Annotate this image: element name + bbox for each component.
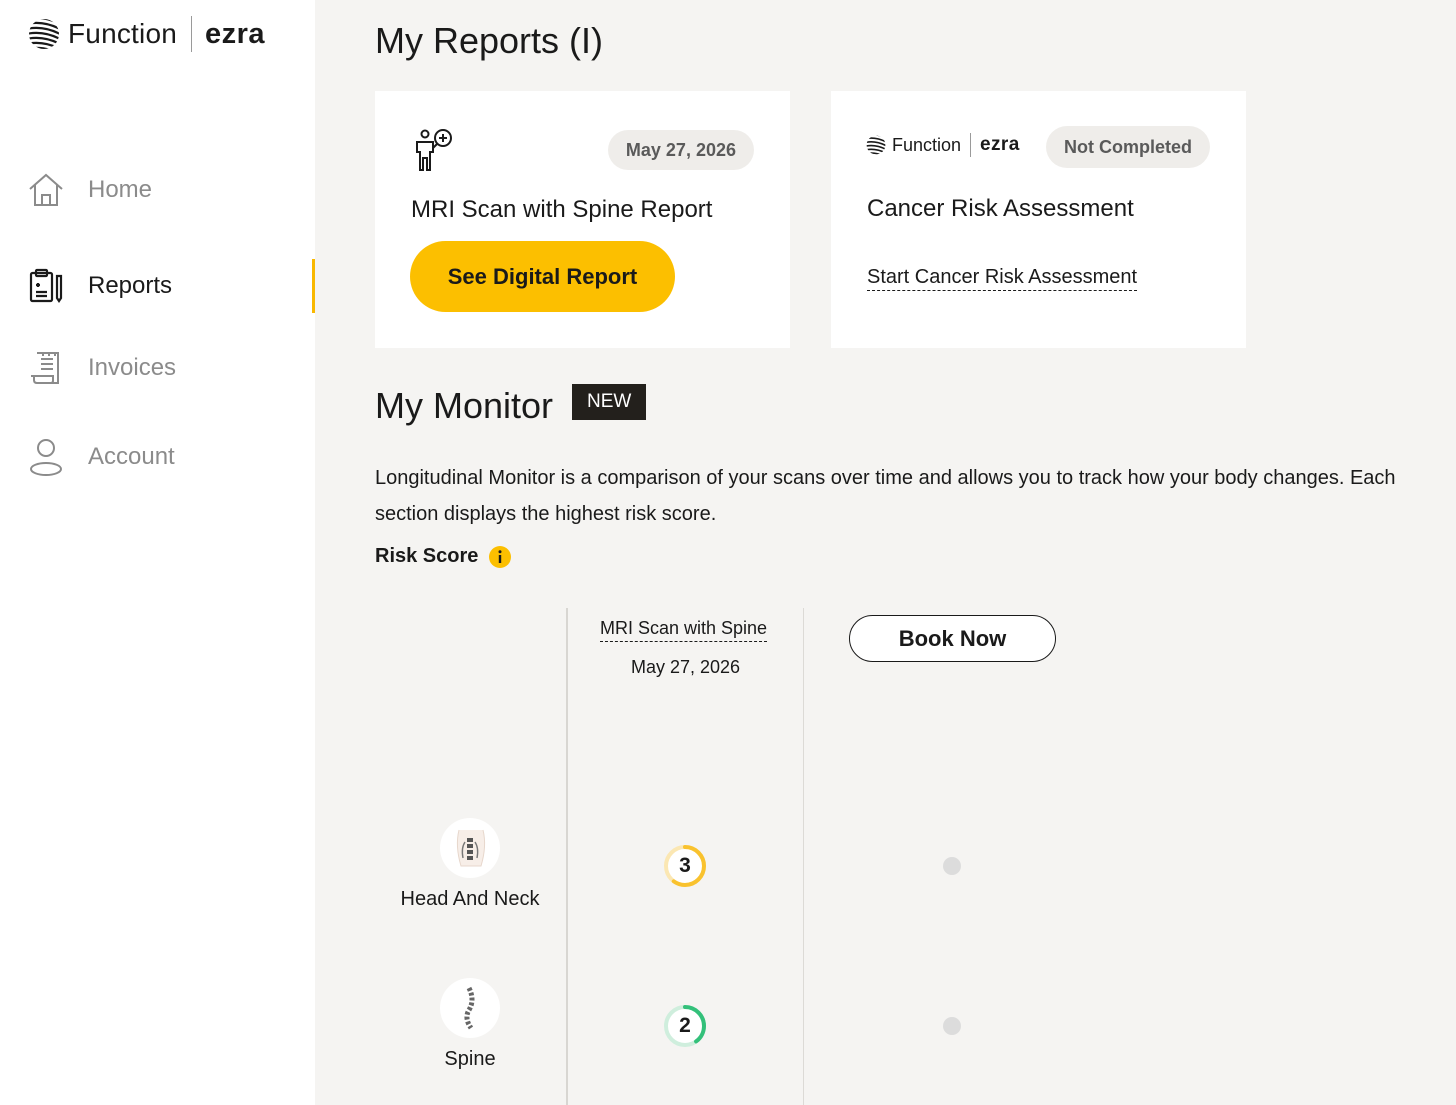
- sidebar-item-label: Account: [88, 443, 175, 470]
- spine-icon: [464, 986, 475, 1030]
- brand-logo[interactable]: Function ezra: [28, 14, 265, 54]
- body-scan-icon: [416, 129, 452, 171]
- scan-column-date: May 27, 2026: [631, 657, 741, 677]
- see-digital-report-button[interactable]: See Digital Report: [410, 241, 675, 312]
- empty-score-dot: [943, 857, 961, 875]
- report-card-title: MRI Scan with Spine Report: [411, 196, 713, 223]
- sidebar-item-account[interactable]: Account: [0, 430, 315, 484]
- risk-score-ring[interactable]: 3: [663, 844, 707, 888]
- sidebar-item-label: Invoices: [88, 354, 177, 381]
- region-label: Head And Neck: [400, 888, 540, 910]
- region-label: Spine: [444, 1048, 496, 1070]
- user-icon: [26, 437, 66, 477]
- risk-score-label: Risk Score: [375, 545, 479, 567]
- reports-title: My Reports (I): [375, 20, 604, 61]
- function-logo-icon: [866, 135, 886, 155]
- clipboard-icon: [26, 266, 66, 306]
- risk-score-value: 2: [679, 1014, 691, 1037]
- home-icon: [26, 170, 66, 210]
- brand-divider: [191, 16, 192, 52]
- column-divider: [566, 608, 568, 1105]
- book-now-button[interactable]: Book Now: [849, 615, 1056, 662]
- main-content: My Reports (I) May 27, 2026 MRI Scan wit…: [315, 0, 1456, 1105]
- sidebar-item-reports[interactable]: Reports: [0, 259, 315, 313]
- column-divider: [803, 608, 804, 1105]
- brand-partner: ezra: [205, 17, 266, 50]
- monitor-title: My Monitor: [375, 385, 554, 426]
- brand-partner: ezra: [980, 134, 1020, 155]
- scan-column-link[interactable]: MRI Scan with Spine: [600, 618, 768, 642]
- card-brand-logo: Function ezra: [866, 131, 1020, 159]
- new-badge: NEW: [572, 384, 647, 420]
- info-icon[interactable]: [488, 545, 512, 569]
- start-assessment-link[interactable]: Start Cancer Risk Assessment: [867, 266, 1138, 291]
- brand-name: Function: [68, 18, 177, 49]
- report-card-cancer-risk: Function ezra Not Completed Cancer Risk …: [831, 91, 1246, 348]
- receipt-icon: [26, 348, 66, 388]
- brand-divider: [970, 133, 972, 157]
- report-date-badge: May 27, 2026: [607, 130, 754, 170]
- monitor-description: Longitudinal Monitor is a comparison of …: [375, 467, 1396, 525]
- sidebar-item-label: Reports: [88, 272, 173, 299]
- head-neck-icon: [456, 829, 486, 867]
- report-card-mri: May 27, 2026 MRI Scan with Spine Report …: [375, 91, 790, 348]
- risk-score-value: 3: [679, 854, 691, 877]
- sidebar: Function ezra Home Reports Invoices Acco…: [0, 0, 315, 1105]
- brand-name: Function: [892, 134, 962, 155]
- status-badge: Not Completed: [1046, 126, 1210, 168]
- spine-region-icon: [440, 978, 500, 1038]
- report-card-title: Cancer Risk Assessment: [867, 195, 1134, 222]
- sidebar-item-invoices[interactable]: Invoices: [0, 341, 315, 395]
- risk-score-ring[interactable]: 2: [663, 1004, 707, 1048]
- function-logo-icon: [29, 19, 59, 49]
- head-neck-region-icon: [440, 818, 500, 878]
- empty-score-dot: [943, 1017, 961, 1035]
- sidebar-item-home[interactable]: Home: [0, 163, 315, 217]
- sidebar-item-label: Home: [88, 176, 153, 203]
